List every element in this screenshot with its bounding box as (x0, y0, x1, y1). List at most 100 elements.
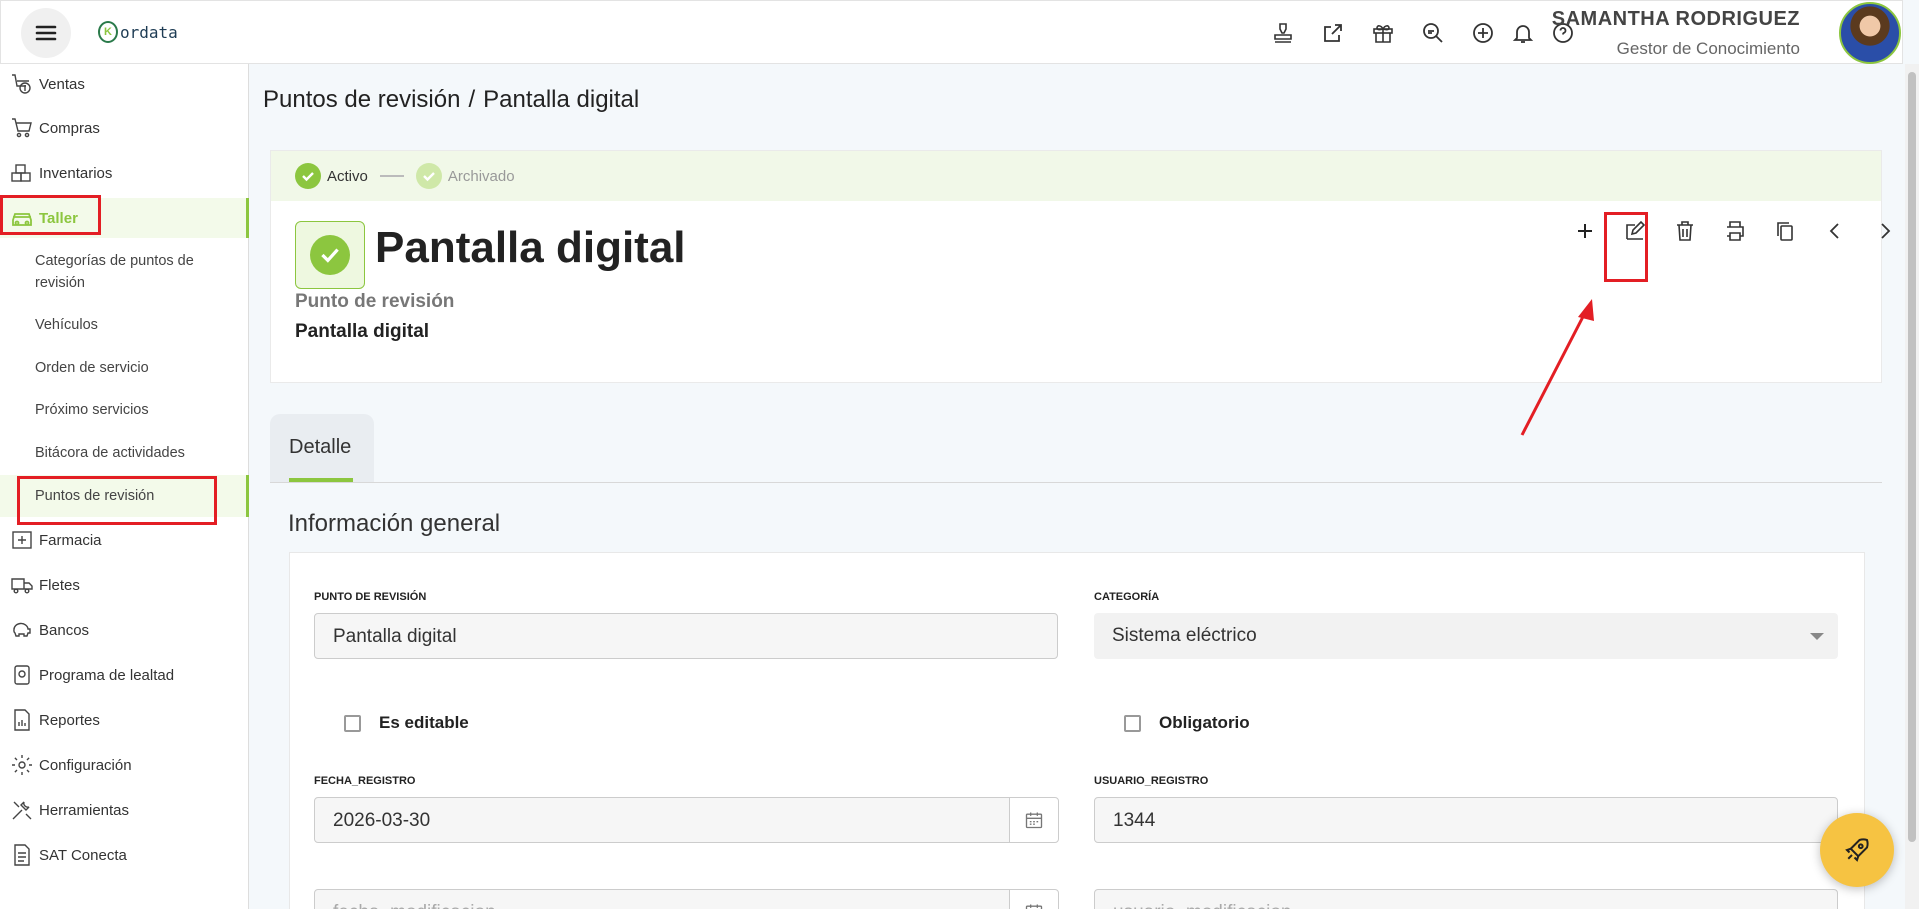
calendar-icon (1025, 904, 1043, 909)
bell-icon[interactable] (1509, 19, 1537, 47)
fecha-registro-calendar-button[interactable] (1009, 797, 1059, 843)
categoria-value: Sistema eléctrico (1112, 625, 1257, 646)
status-active-label: Activo (327, 167, 368, 185)
breadcrumb-current: Pantalla digital (483, 86, 640, 113)
annotation-arrow-icon (1520, 299, 1594, 436)
fecha-modificacion-field[interactable]: fecha_modificacion (314, 889, 1010, 909)
report-icon (9, 707, 35, 733)
sidebar-item-label: Inventarios (39, 164, 113, 182)
fecha-registro-field[interactable]: 2026-03-30 (314, 797, 1010, 843)
breadcrumb-parent[interactable]: Puntos de revisión (263, 86, 460, 114)
search-zoom-icon[interactable] (1419, 19, 1447, 47)
status-archived[interactable]: Archivado (415, 163, 515, 189)
sidebar-subitem-categorias[interactable]: Categorías de puntos de revisión (35, 250, 235, 294)
punto-revision-field[interactable]: Pantalla digital (314, 613, 1058, 659)
record-name: Pantalla digital (295, 321, 430, 342)
next-button[interactable] (1861, 201, 1909, 261)
copy-icon (1777, 222, 1793, 241)
es-editable-label: Es editable (379, 713, 469, 732)
checkbox-icon (1124, 714, 1141, 732)
truck-icon (9, 572, 35, 598)
breadcrumb-separator: / (468, 86, 476, 113)
avatar[interactable] (1839, 2, 1901, 64)
gear-icon (9, 752, 35, 778)
delete-button[interactable] (1661, 201, 1709, 261)
previous-button[interactable] (1811, 201, 1859, 261)
sidebar-item-label: Ventas (39, 75, 85, 93)
menu-button[interactable] (21, 8, 71, 58)
highlight-box-puntos (17, 476, 217, 525)
add-button[interactable] (1561, 201, 1609, 261)
record-card: Activo Archivado Pantalla digital Punto … (270, 150, 1891, 383)
es-editable-checkbox[interactable]: Es editable (344, 713, 469, 733)
header-icons (1269, 19, 1589, 47)
check-circle-icon (310, 235, 350, 275)
sales-icon (9, 71, 35, 97)
sidebar-item-reportes[interactable]: Reportes (0, 700, 249, 740)
record-type-label: Punto de revisión (295, 291, 455, 312)
user-role: Gestor de Conocimiento (1616, 39, 1800, 58)
boxes-icon (9, 160, 35, 186)
logo-mark: K (98, 21, 118, 43)
sidebar-item-inventarios[interactable]: Inventarios (0, 153, 249, 193)
sidebar-item-label: Farmacia (39, 531, 102, 549)
sidebar-subitem-orden-servicio[interactable]: Orden de servicio (35, 357, 235, 379)
sidebar-item-bancos[interactable]: Bancos (0, 610, 249, 650)
fecha-modificacion-calendar-button[interactable] (1009, 889, 1059, 909)
sidebar: Ventas Compras Inventarios Taller Catego… (0, 64, 249, 909)
sidebar-subitem-bitacora[interactable]: Bitácora de actividades (35, 442, 235, 464)
sidebar-item-fletes[interactable]: Fletes (0, 565, 249, 605)
sidebar-item-farmacia[interactable]: Farmacia (0, 520, 249, 560)
pharmacy-icon (9, 527, 35, 553)
chevron-right-icon (1881, 223, 1891, 239)
tools-icon (9, 797, 35, 823)
print-button[interactable] (1711, 201, 1759, 261)
sidebar-item-herramientas[interactable]: Herramientas (0, 790, 249, 830)
sidebar-item-label: Bancos (39, 621, 90, 639)
sidebar-item-lealtad[interactable]: Programa de lealtad (0, 655, 249, 695)
add-circle-icon[interactable] (1469, 19, 1497, 47)
check-icon (415, 163, 442, 189)
form-panel: PUNTO DE REVISIÓN Pantalla digital CATEG… (289, 552, 1865, 909)
usuario-registro-field[interactable]: 1344 (1094, 797, 1838, 843)
document-icon (9, 842, 35, 868)
record-title: Pantalla digital (375, 223, 686, 272)
sidebar-item-configuracion[interactable]: Configuración (0, 745, 249, 785)
tab-divider (270, 482, 1882, 483)
sidebar-subitem-vehiculos[interactable]: Vehículos (35, 314, 235, 336)
page-scrollbar[interactable] (1905, 64, 1919, 909)
tab-detalle[interactable]: Detalle (270, 414, 374, 482)
obligatorio-checkbox[interactable]: Obligatorio (1124, 713, 1250, 733)
scrollbar-thumb[interactable] (1908, 72, 1916, 842)
rocket-fab-button[interactable] (1820, 813, 1894, 887)
fecha-registro-label: FECHA_REGISTRO (314, 775, 416, 787)
sidebar-item-label: Configuración (39, 756, 132, 774)
status-connector (379, 175, 404, 177)
trash-icon (1677, 221, 1693, 241)
categoria-select[interactable]: Sistema eléctrico (1094, 613, 1838, 659)
sidebar-item-ventas[interactable]: Ventas (0, 64, 249, 104)
status-active[interactable]: Activo (295, 163, 368, 189)
loyalty-icon (9, 662, 35, 688)
rocket-icon (1845, 838, 1869, 862)
usuario-modificacion-field[interactable]: usuario_modificacion (1094, 889, 1838, 909)
punto-revision-label: PUNTO DE REVISIÓN (314, 591, 427, 603)
user-name[interactable]: SAMANTHA RODRIGUEZ (1552, 8, 1800, 31)
app-logo[interactable]: K ordata (98, 21, 178, 43)
sidebar-item-label: Fletes (39, 576, 80, 594)
sidebar-item-compras[interactable]: Compras (0, 108, 249, 148)
check-icon (295, 163, 321, 189)
calendar-icon (1025, 812, 1043, 829)
checkbox-icon (344, 714, 361, 732)
highlight-box-edit (1604, 212, 1648, 282)
chevron-down-icon (1810, 633, 1824, 640)
copy-button[interactable] (1761, 201, 1809, 261)
logo-text: ordata (120, 22, 178, 42)
sidebar-item-label: Herramientas (39, 801, 130, 819)
gift-icon[interactable] (1369, 19, 1397, 47)
stamp-icon[interactable] (1269, 19, 1297, 47)
sidebar-item-sat-conecta[interactable]: SAT Conecta (0, 835, 249, 875)
sidebar-subitem-proximo-servicios[interactable]: Próximo servicios (35, 399, 235, 421)
external-link-icon[interactable] (1319, 19, 1347, 47)
sidebar-item-label: Compras (39, 119, 100, 137)
